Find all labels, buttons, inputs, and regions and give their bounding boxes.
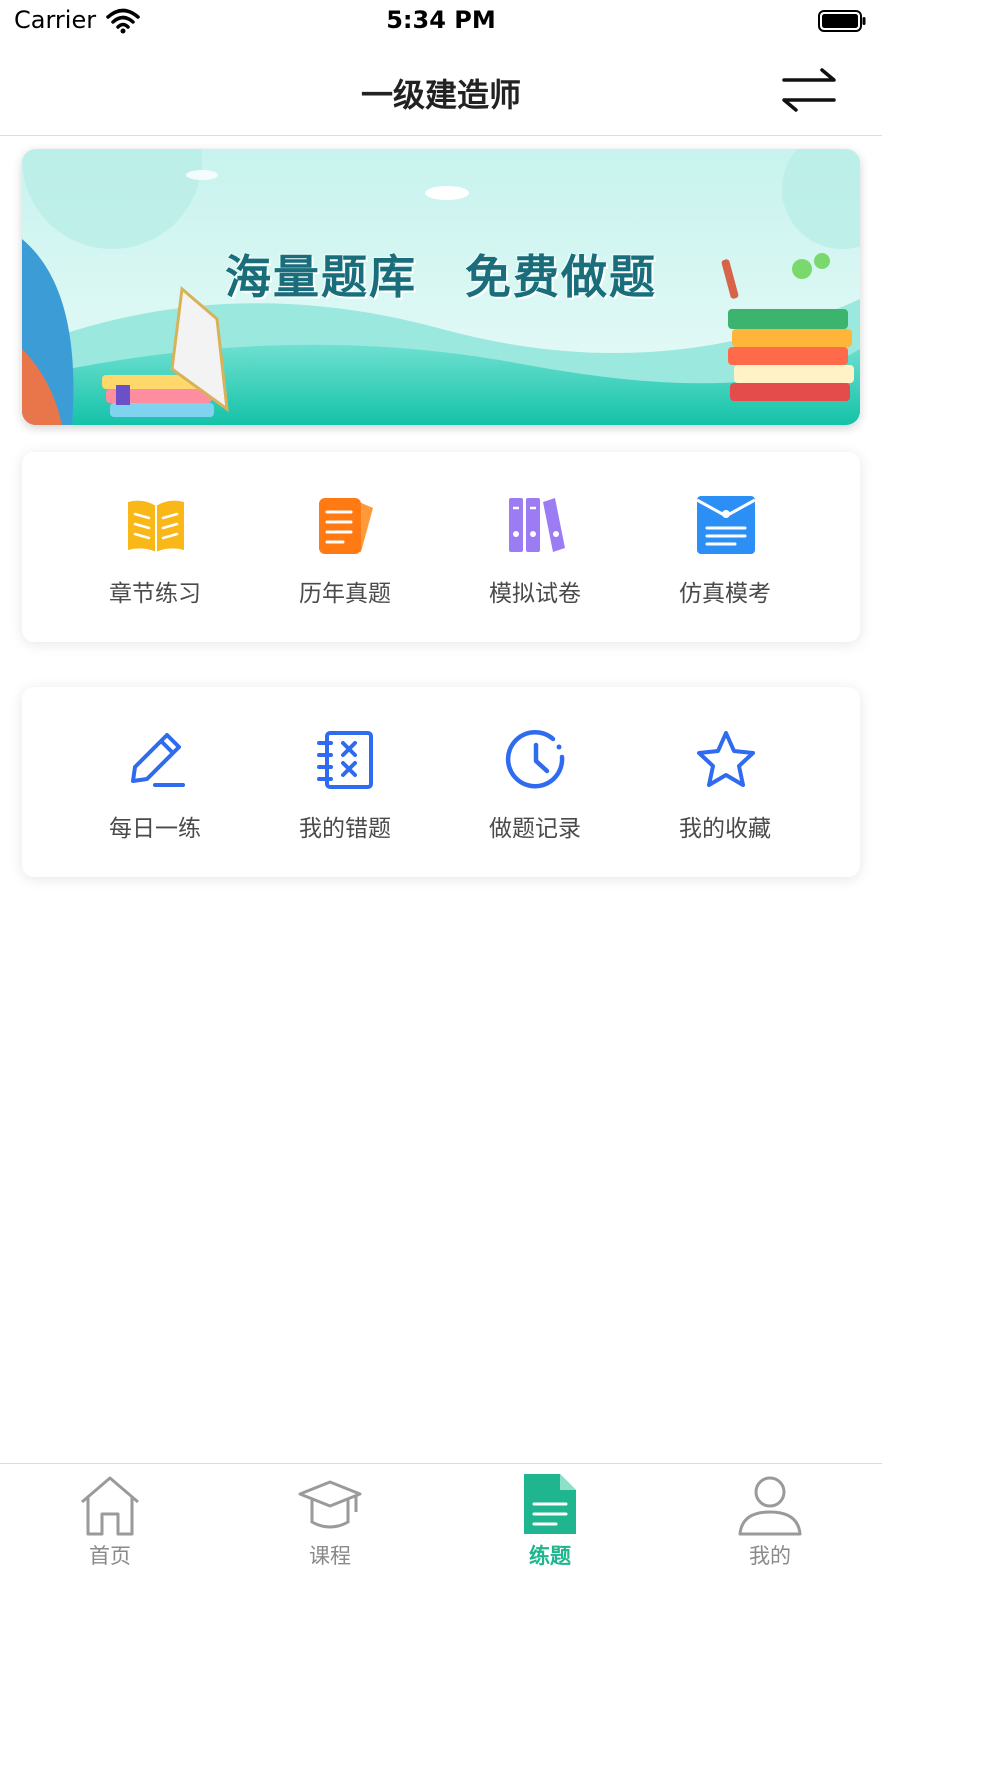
star-icon (697, 731, 755, 787)
chapter-practice-button[interactable]: 章节练习 (60, 452, 250, 642)
papers-icon (319, 498, 373, 554)
status-bar: Carrier 5:34 PM (0, 0, 882, 44)
wrong-questions-button[interactable]: 我的错题 (250, 687, 440, 877)
tab-courses-label: 课程 (309, 1544, 351, 1568)
practice-history-button[interactable]: 做题记录 (440, 687, 630, 877)
simulated-exam-label: 仿真模考 (679, 581, 771, 607)
open-book-icon (128, 500, 184, 552)
my-favorites-button[interactable]: 我的收藏 (630, 687, 820, 877)
study-tools-card: 每日一练 我的错题 做题记录 我的收藏 (22, 687, 860, 877)
status-time: 5:34 PM (386, 6, 496, 34)
pencil-icon (131, 733, 185, 787)
my-favorites-label: 我的收藏 (679, 816, 771, 842)
document-icon (524, 1474, 576, 1534)
practice-modes-card: 章节练习 历年真题 模拟试卷 仿真模考 (22, 452, 860, 642)
clock-icon (505, 730, 565, 789)
mock-papers-label: 模拟试卷 (489, 581, 581, 607)
exam-envelope-icon (696, 496, 756, 554)
daily-practice-button[interactable]: 每日一练 (60, 687, 250, 877)
tab-bar: 首页 课程 练题 我的 (0, 1463, 882, 1568)
promo-banner[interactable]: 海量题库 免费做题 (22, 149, 860, 425)
navigation-bar: 一级建造师 (0, 44, 882, 136)
simulated-exam-button[interactable]: 仿真模考 (630, 452, 820, 642)
tab-mine-label: 我的 (749, 1544, 791, 1568)
chapter-practice-label: 章节练习 (109, 581, 201, 607)
tab-mine[interactable]: 我的 (660, 1464, 880, 1569)
page-title: 一级建造师 (360, 76, 521, 114)
user-icon (738, 1476, 802, 1536)
swap-arrows-icon[interactable] (778, 66, 840, 114)
wrong-notebook-icon (317, 731, 373, 789)
past-exams-label: 历年真题 (299, 581, 391, 607)
banner-headline: 海量题库 免费做题 (225, 250, 657, 304)
practice-history-label: 做题记录 (489, 816, 581, 842)
tab-courses[interactable]: 课程 (220, 1464, 440, 1569)
graduation-cap-icon (298, 1480, 362, 1529)
binders-icon (509, 498, 565, 552)
battery-icon (818, 10, 866, 32)
tab-practice-label: 练题 (529, 1544, 571, 1568)
home-icon (81, 1476, 139, 1536)
mock-papers-button[interactable]: 模拟试卷 (440, 452, 630, 642)
daily-practice-label: 每日一练 (109, 816, 201, 842)
tab-practice[interactable]: 练题 (440, 1464, 660, 1569)
past-exams-button[interactable]: 历年真题 (250, 452, 440, 642)
wrong-questions-label: 我的错题 (299, 816, 391, 842)
tab-home-label: 首页 (89, 1544, 131, 1568)
tab-home[interactable]: 首页 (0, 1464, 220, 1569)
